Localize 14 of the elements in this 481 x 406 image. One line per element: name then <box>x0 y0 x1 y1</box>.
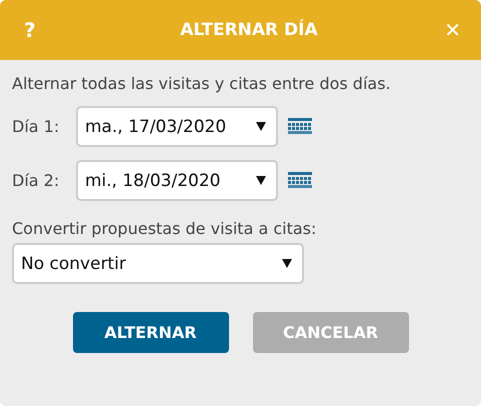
instruction-text: Alternar todas las visitas y citas entre dos días. <box>12 74 392 93</box>
date-dropdown[interactable]: ma., 17/03/2020 <box>76 106 278 147</box>
calendar-icon[interactable] <box>288 118 312 136</box>
dropdown-arrow-icon <box>256 122 266 131</box>
field-label: Convertir propuestas de visita a citas: <box>12 219 318 238</box>
conversion-dropdown[interactable]: No convertir <box>12 243 304 284</box>
dialog-title: ALTERNAR DÍA <box>180 20 318 40</box>
calendar-icon[interactable] <box>288 172 312 190</box>
dropdown-arrow-icon <box>256 176 266 185</box>
day-label: Día 2: <box>12 171 60 190</box>
date-dropdown[interactable]: mi., 18/03/2020 <box>76 160 278 201</box>
alternate-button[interactable]: ALTERNAR <box>72 312 228 353</box>
dropdown-arrow-icon <box>282 259 292 268</box>
day-label: Día 1: <box>12 117 60 136</box>
